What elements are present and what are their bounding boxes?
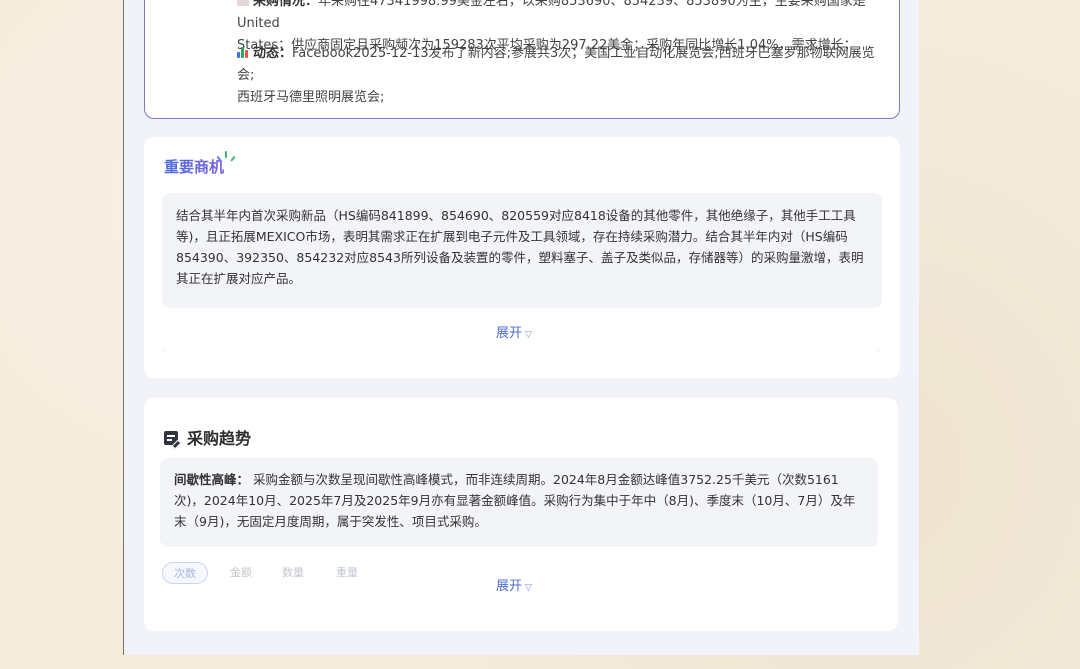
bar-chart-icon xyxy=(237,46,249,58)
trend-expand-button[interactable]: 展开 ▽ xyxy=(496,575,532,594)
chevron-down-icon: ▽ xyxy=(525,330,532,340)
sparkle-icon xyxy=(216,149,236,167)
chart-icon xyxy=(237,0,249,6)
trend-section: 采购趋势 间歇性高峰： 采购金额与次数呈现间歇性高峰模式，而非连续周期。2024… xyxy=(144,398,898,631)
opportunity-expand-button[interactable]: 展开 ▽ xyxy=(496,322,532,341)
opportunity-section: 重要商机 结合其半年内首次采购新品（HS编码841899、854690、8205… xyxy=(144,137,900,378)
company-info-card: 采购情况：年采购往47341998.99美金左右，以采购853690、85423… xyxy=(144,0,900,119)
faded-content-row: ‹ › xyxy=(162,344,881,357)
opportunity-text: 结合其半年内首次采购新品（HS编码841899、854690、820559对应8… xyxy=(162,193,882,308)
dynamics-info: 动态：Facebook2025-12-13发布了新内容;参展共3次；美国工业自动… xyxy=(237,46,875,105)
tab-count[interactable]: 次数 xyxy=(162,562,208,584)
tab-amount[interactable]: 金额 xyxy=(226,562,256,584)
tab-weight[interactable]: 重量 xyxy=(332,562,362,584)
chevron-down-icon: ▽ xyxy=(525,583,532,593)
opportunity-title: 重要商机 xyxy=(164,158,225,176)
trend-header: 采购趋势 xyxy=(164,425,251,449)
tab-quantity[interactable]: 数量 xyxy=(278,562,308,584)
report-panel: 采购情况：年采购往47341998.99美金左右，以采购853690、85423… xyxy=(123,0,919,655)
trend-text: 间歇性高峰： 采购金额与次数呈现间歇性高峰模式，而非连续周期。2024年8月金额… xyxy=(160,458,878,547)
edit-note-icon xyxy=(164,431,178,445)
